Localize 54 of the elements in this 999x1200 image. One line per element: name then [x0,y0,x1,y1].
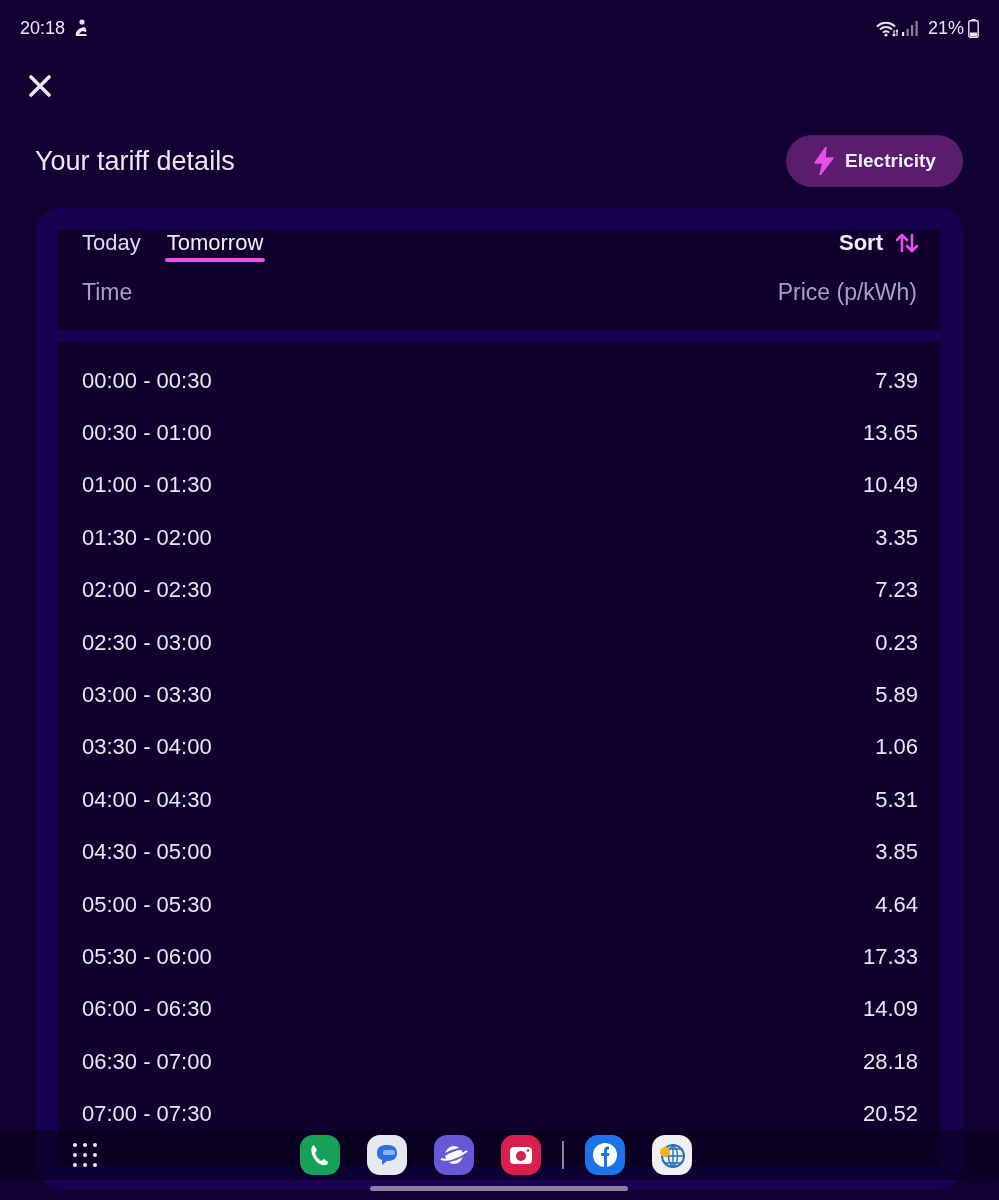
camera-icon[interactable] [501,1135,541,1175]
signal-icon [901,20,918,36]
time-cell-text: 02:30 - 03:00 [82,628,212,657]
time-cell-text: 07:00 - 07:30 [82,1100,212,1129]
price-cell-text: 28.18 [862,1047,918,1076]
chat-bubble-icon[interactable] [367,1135,407,1175]
time-cell-text: 01:00 - 01:30 [82,471,212,500]
time-cell-text: 03:00 - 03:30 [82,681,212,710]
price-cell-text: 20.52 [862,1100,918,1129]
close-button[interactable] [27,73,53,99]
circle-logo-icon[interactable] [585,1135,625,1175]
battery-percent: 21% [927,16,964,40]
electricity-button[interactable]: Electricity [786,135,963,187]
day-tab[interactable]: Today [80,230,143,262]
battery-icon [968,18,979,38]
price-cell-text: 4.64 [875,890,918,919]
time-cell-text: 06:00 - 06:30 [82,995,212,1024]
price-cell-text: 5.31 [875,785,918,814]
price-cell-text: 5.89 [875,681,918,710]
price-cell-text: 7.23 [875,576,918,605]
time-cell-text: 04:00 - 04:30 [82,785,212,814]
planet-icon[interactable] [434,1135,474,1175]
column-header: Time [82,278,133,306]
figure-icon [73,19,90,37]
time-cell-text: 03:30 - 04:00 [82,733,212,762]
close-icon [29,75,51,97]
time-cell-text: 04:30 - 05:00 [82,838,212,867]
sort-button[interactable]: Sort [839,230,919,256]
time-cell-text: 02:00 - 02:30 [82,576,212,605]
sun-globe-icon[interactable] [652,1135,692,1175]
price-cell-text: 13.65 [862,419,918,448]
status-time: 20:18 [20,16,66,40]
page-title: Your tariff details [35,144,235,178]
wifi-icon [875,19,898,37]
app-grid-icon[interactable] [73,1143,97,1167]
price-cell-text: 3.85 [875,838,918,867]
time-cell-text: 06:30 - 07:00 [82,1047,212,1076]
column-header: Price (p/kWh) [777,278,917,306]
time-cell-text: 00:30 - 01:00 [82,419,212,448]
time-cell-text: 05:00 - 05:30 [82,890,212,919]
time-cell-text: 00:00 - 00:30 [82,366,212,395]
phone-icon[interactable] [300,1135,340,1175]
day-tab[interactable]: Tomorrow [164,230,266,262]
price-cell-text: 7.39 [875,366,918,395]
sort-arrows-icon [895,233,919,253]
price-cell-text: 17.33 [862,943,918,971]
price-cell-text: 10.49 [862,471,918,500]
lightning-icon [813,147,836,175]
price-cell-text: 0.23 [875,628,918,657]
time-cell-text: 01:30 - 02:00 [82,523,212,552]
price-cell-text: 1.06 [875,733,918,762]
price-cell-text: 14.09 [862,995,918,1024]
price-cell-text: 3.35 [875,523,918,552]
time-cell-text: 05:30 - 06:00 [82,943,212,971]
